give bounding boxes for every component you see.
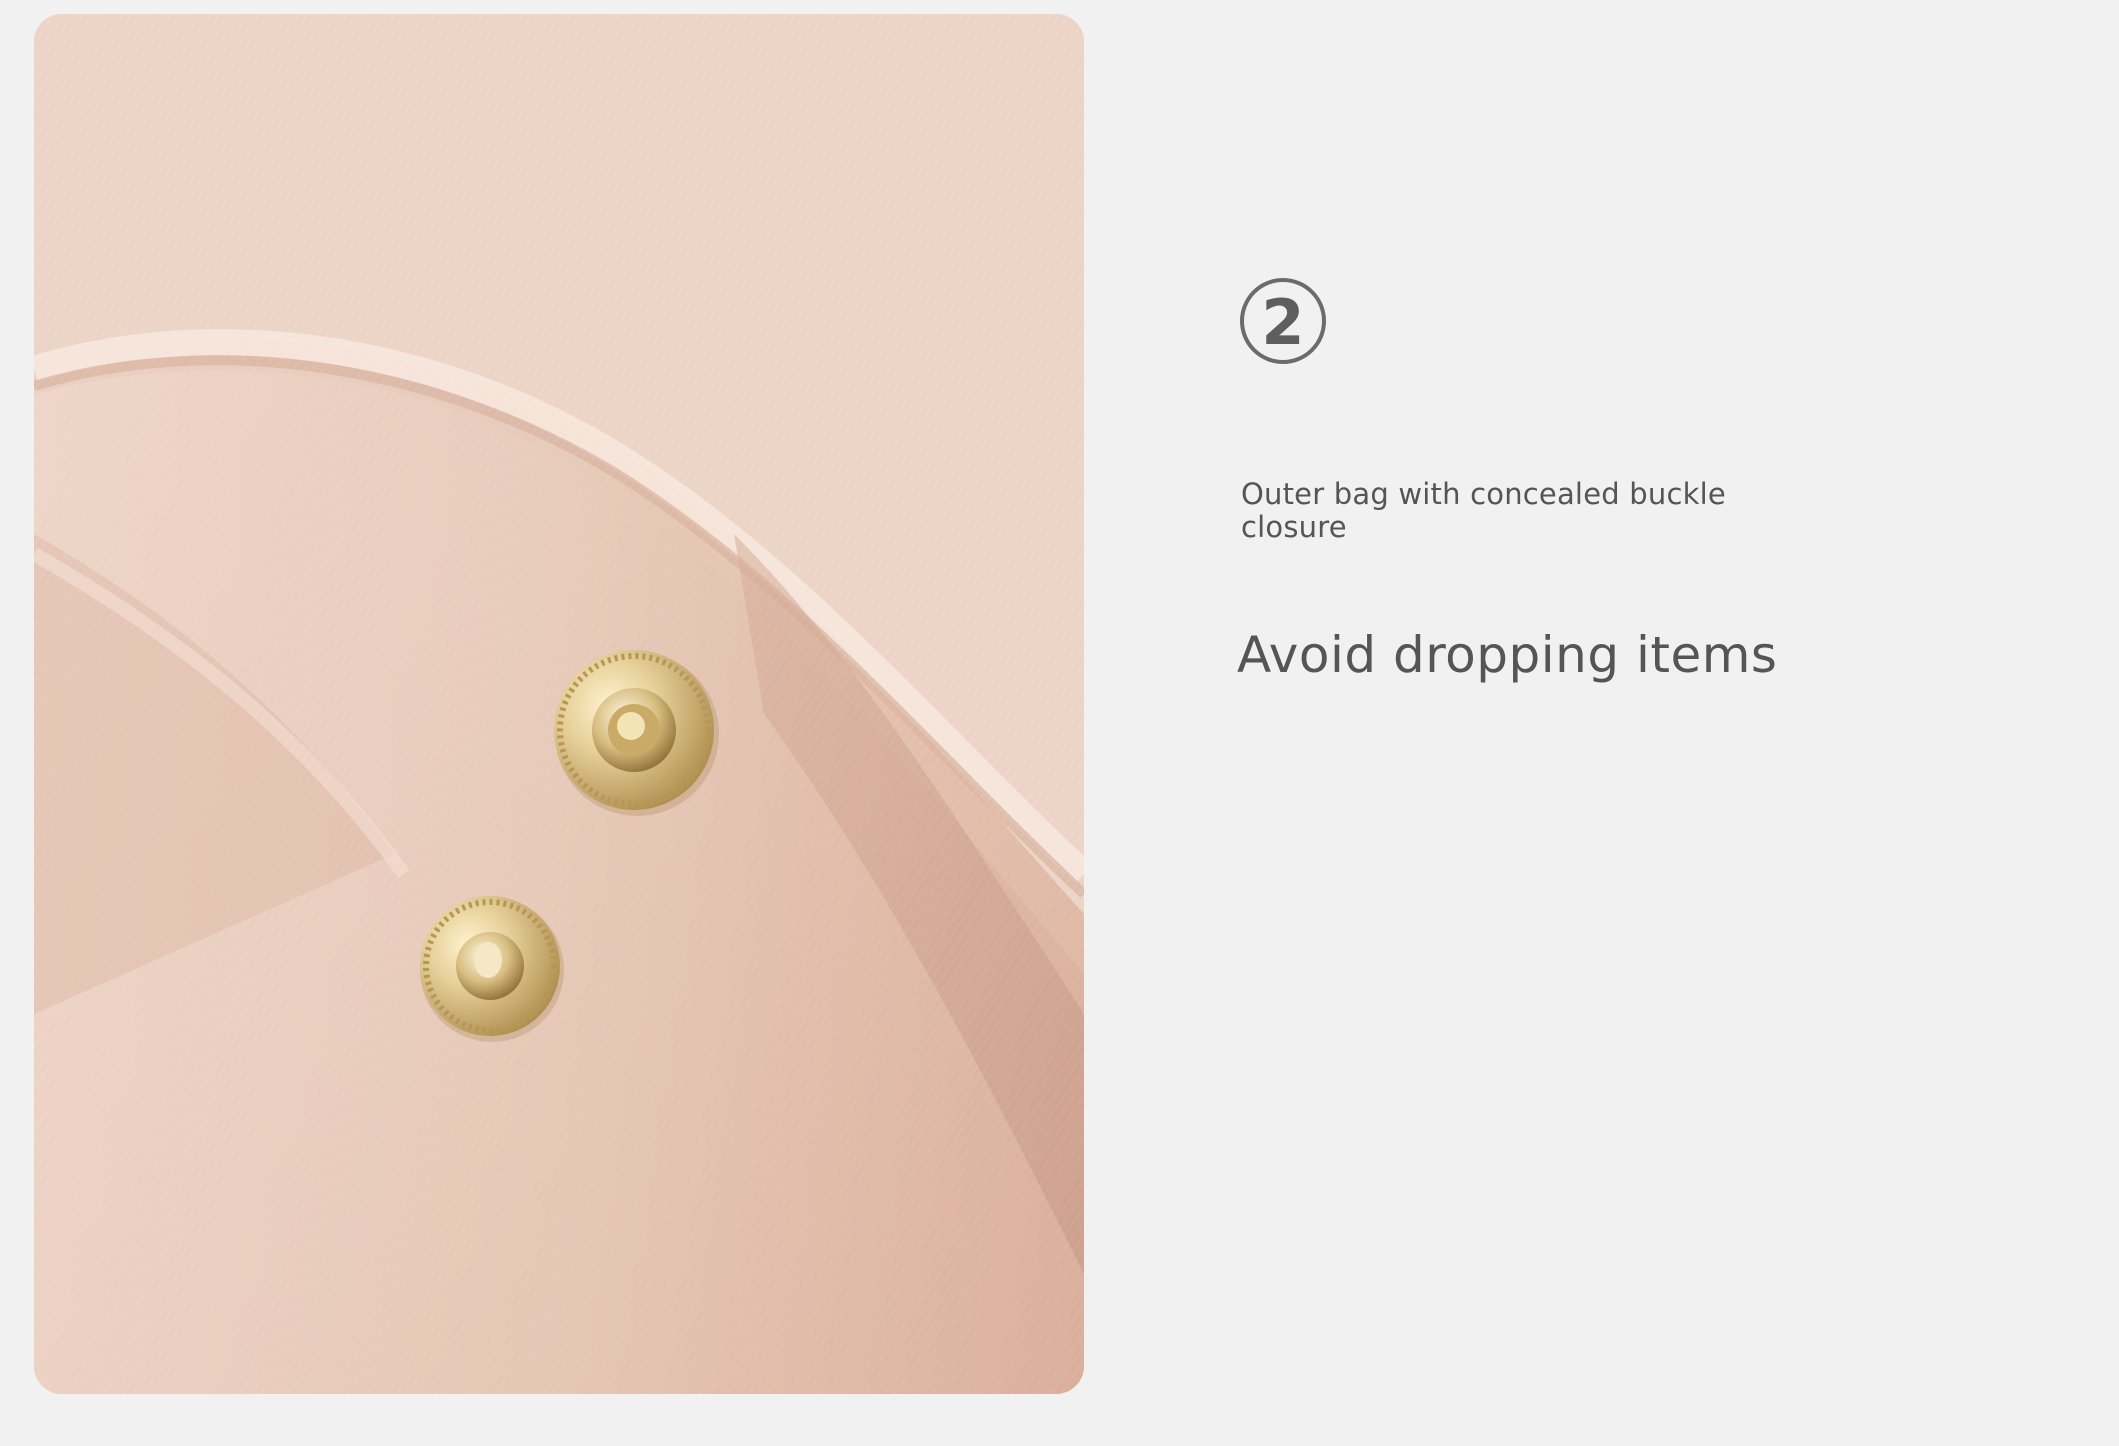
- feature-number-badge: 2: [1240, 278, 1326, 364]
- satin-fabric-image: [34, 14, 1084, 1394]
- product-detail-panel: 2 Outer bag with concealed buckle closur…: [0, 0, 2119, 1446]
- fabric-photo: [34, 14, 1084, 1394]
- feature-subtitle: Outer bag with concealed buckle closure: [1241, 477, 1726, 544]
- feature-headline: Avoid dropping items: [1237, 626, 1778, 684]
- feature-number: 2: [1261, 286, 1305, 359]
